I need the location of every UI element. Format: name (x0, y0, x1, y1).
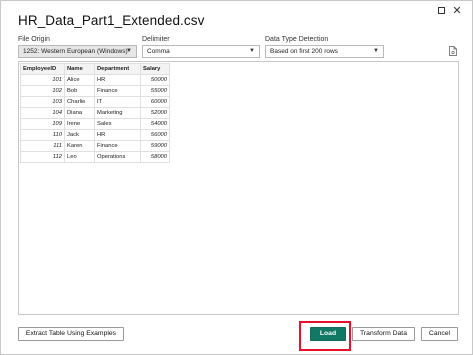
transform-data-button[interactable]: Transform Data (352, 327, 415, 341)
table-cell: Irene (64, 118, 95, 130)
file-origin-select[interactable]: 1252: Western European (Windows) ▼ (18, 45, 137, 58)
import-dialog: ✕ HR_Data_Part1_Extended.csv File Origin… (0, 0, 473, 355)
table-cell: HR (94, 129, 141, 141)
table-cell: 102 (20, 85, 65, 97)
data-type-detection-value: Based on first 200 rows (270, 48, 338, 55)
table-cell: Diana (64, 107, 95, 119)
table-cell: 103 (20, 96, 65, 108)
table-cell: 110 (20, 129, 65, 141)
table-cell: IT (94, 96, 141, 108)
table-cell: 104 (20, 107, 65, 119)
column-header[interactable]: Name (64, 63, 95, 75)
table-cell: 56000 (140, 129, 170, 141)
table-cell: Finance (94, 85, 141, 97)
close-icon[interactable]: ✕ (450, 3, 464, 17)
table-cell: Alice (64, 74, 95, 86)
load-button-highlight (299, 321, 351, 351)
file-origin-value: 1252: Western European (Windows) (23, 48, 128, 55)
table-cell: 50000 (140, 74, 170, 86)
table-row: 109 Irene Sales 54000 (20, 118, 170, 130)
column-header[interactable]: Department (94, 63, 141, 75)
extract-table-button[interactable]: Extract Table Using Examples (18, 327, 124, 341)
maximize-icon[interactable] (434, 3, 448, 17)
table-row: 102 Bob Finance 55000 (20, 85, 170, 97)
table-cell: 59000 (140, 140, 170, 152)
table-row: 103 Charlie IT 60000 (20, 96, 170, 108)
delimiter-label: Delimiter (142, 36, 170, 43)
table-cell: 60000 (140, 96, 170, 108)
file-origin-label: File Origin (18, 36, 50, 43)
table-cell: 52000 (140, 107, 170, 119)
table-cell: Karen (64, 140, 95, 152)
table-cell: 55000 (140, 85, 170, 97)
table-row: 112 Leo Operations 58000 (20, 151, 170, 163)
dialog-title: HR_Data_Part1_Extended.csv (18, 13, 205, 28)
table-cell: Leo (64, 151, 95, 163)
table-cell: Finance (94, 140, 141, 152)
delimiter-value: Comma (147, 48, 170, 55)
file-settings-icon[interactable] (449, 46, 457, 56)
data-type-detection-select[interactable]: Based on first 200 rows ▼ (265, 45, 384, 58)
table-row: 111 Karen Finance 59000 (20, 140, 170, 152)
table-cell: 101 (20, 74, 65, 86)
cancel-button[interactable]: Cancel (421, 327, 458, 341)
table-cell: 112 (20, 151, 65, 163)
chevron-down-icon: ▼ (126, 48, 132, 54)
table-row: 104 Diana Marketing 52000 (20, 107, 170, 119)
column-header[interactable]: Salary (140, 63, 170, 75)
table-cell: Operations (94, 151, 141, 163)
table-row: 110 Jack HR 56000 (20, 129, 170, 141)
chevron-down-icon: ▼ (373, 48, 379, 54)
chevron-down-icon: ▼ (249, 48, 255, 54)
data-preview-table: EmployeeID Name Department Salary 101 Al… (20, 63, 170, 163)
table-cell: 111 (20, 140, 65, 152)
table-row: 101 Alice HR 50000 (20, 74, 170, 86)
table-cell: 109 (20, 118, 65, 130)
delimiter-select[interactable]: Comma ▼ (142, 45, 260, 58)
table-cell: Charlie (64, 96, 95, 108)
table-cell: Marketing (94, 107, 141, 119)
table-cell: 58000 (140, 151, 170, 163)
table-cell: Jack (64, 129, 95, 141)
table-cell: Sales (94, 118, 141, 130)
table-cell: Bob (64, 85, 95, 97)
column-header[interactable]: EmployeeID (20, 63, 65, 75)
table-header-row: EmployeeID Name Department Salary (20, 63, 170, 75)
table-cell: HR (94, 74, 141, 86)
data-type-detection-label: Data Type Detection (265, 36, 329, 43)
table-cell: 54000 (140, 118, 170, 130)
data-preview-pane: EmployeeID Name Department Salary 101 Al… (18, 61, 459, 315)
